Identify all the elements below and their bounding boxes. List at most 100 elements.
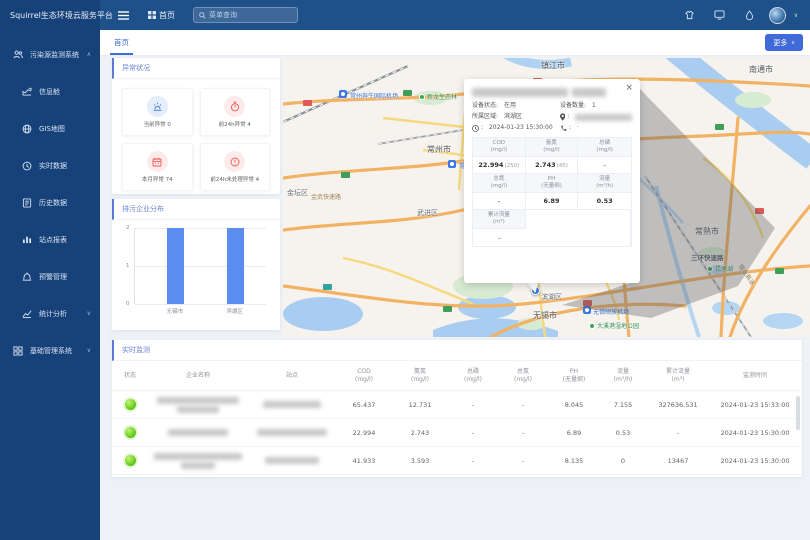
grid-icon bbox=[148, 11, 156, 19]
map-label-city: 南通市 bbox=[749, 64, 773, 75]
siren-icon bbox=[147, 96, 168, 117]
bar-chart: 2 1 0 无锡市 滨湖区 bbox=[112, 220, 280, 329]
screen-icon[interactable] bbox=[709, 4, 731, 26]
realtime-monitor-card: 实时监测 状态 企业名称 站点 COD(mg/l) 氨氮(mg/l) 总磷(mg… bbox=[112, 340, 802, 477]
map-label-city: 无锡市 bbox=[533, 310, 557, 321]
distribution-chart-title: 排污企业分布 bbox=[112, 199, 280, 220]
table-row[interactable]: 65.437 12.731 - - 8.045 7.155 327636.531… bbox=[112, 391, 802, 419]
map-label-park: 新龙生态林 bbox=[419, 92, 457, 101]
stat-card-month-abnormal[interactable]: 本月异常 74 bbox=[122, 143, 193, 191]
realtime-monitor-title: 实时监测 bbox=[112, 340, 802, 361]
phone-icon bbox=[560, 125, 567, 132]
map-label-airport: 常州奔牛国际机场 bbox=[350, 91, 398, 100]
park-dot-icon bbox=[419, 94, 425, 100]
chevron-down-icon: ∨ bbox=[791, 40, 795, 46]
users-icon bbox=[13, 50, 23, 59]
station-name-redacted bbox=[263, 401, 321, 408]
sidebar-item-gis-map[interactable]: GIS地图 bbox=[0, 110, 100, 147]
map-label-city: 镇江市 bbox=[541, 60, 565, 71]
map-label-park: 大溪港湿地公园 bbox=[589, 321, 639, 330]
x-label: 滨湖区 bbox=[226, 307, 243, 315]
station-name-redacted bbox=[265, 457, 319, 464]
tab-home[interactable]: 首页 bbox=[114, 30, 129, 55]
table-header: 状态 企业名称 站点 COD(mg/l) 氨氮(mg/l) 总磷(mg/l) 总… bbox=[112, 361, 802, 391]
map-label-city: 常熟市 bbox=[695, 226, 719, 237]
table-row[interactable]: 22.994 2.743 - - 6.89 0.53 - 2024-01-23 … bbox=[112, 419, 802, 447]
clock-icon bbox=[472, 125, 479, 132]
topbar-home-link[interactable]: 首页 bbox=[148, 10, 175, 21]
table-row[interactable]: 41.933 3.593 - - 8.135 0 13467 2024-01-2… bbox=[112, 447, 802, 475]
popup-title-redacted bbox=[472, 88, 632, 97]
sidebar-item-station-report[interactable]: 站点报表 bbox=[0, 221, 100, 258]
map-label-airport: 无锡硕放机场 bbox=[593, 307, 629, 316]
topbar: Squirrel生态环境云服务平台 首页 ∨ bbox=[0, 0, 810, 30]
theme-icon[interactable] bbox=[679, 4, 701, 26]
status-normal-icon bbox=[125, 455, 136, 466]
search-input[interactable] bbox=[209, 11, 289, 19]
sidebar-item-alert-manage[interactable]: 预警管理 bbox=[0, 258, 100, 295]
map-label-road: 三环快速路 bbox=[691, 252, 724, 262]
chevron-down-icon: ∨ bbox=[87, 310, 91, 317]
app-screen: Squirrel生态环境云服务平台 首页 ∨ bbox=[0, 0, 810, 540]
abnormal-status-card: 异常状况 当前异常 0 前24h异常 4 bbox=[112, 58, 280, 194]
menu-search[interactable] bbox=[193, 7, 298, 23]
stat-card-24h-unhandled[interactable]: 前24h未处理异常 4 bbox=[200, 143, 271, 191]
bar-wuxi bbox=[167, 228, 184, 304]
app-logo: Squirrel生态环境云服务平台 bbox=[0, 0, 100, 30]
abnormal-status-title: 异常状况 bbox=[112, 58, 280, 79]
history-icon bbox=[22, 198, 32, 208]
sidebar-item-info-cabin[interactable]: 信息舱 bbox=[0, 73, 100, 110]
map-label-district: 滨湖区 bbox=[541, 292, 562, 302]
park-dot-icon bbox=[589, 323, 595, 329]
hamburger-menu-icon[interactable] bbox=[112, 4, 134, 26]
more-button[interactable]: 更多∨ bbox=[765, 34, 803, 51]
y-tick: 2 bbox=[126, 225, 130, 231]
gis-map[interactable]: 镇江市 南通市 常州市 常熟市 无锡市 滨湖区 金坛区 武进区 常州站 常州奔牛… bbox=[283, 58, 810, 337]
chevron-down-icon[interactable]: ∨ bbox=[794, 12, 798, 19]
y-tick: 1 bbox=[126, 263, 130, 269]
sidebar-item-history-data[interactable]: 历史数据 bbox=[0, 184, 100, 221]
company-name-redacted bbox=[154, 453, 242, 469]
table-scrollbar[interactable] bbox=[796, 396, 800, 430]
search-icon bbox=[199, 12, 206, 19]
sidebar-group-base-manage[interactable]: 基础管理系统 ∨ bbox=[0, 332, 100, 369]
map-label-city: 常州市 bbox=[427, 144, 451, 155]
popup-info: 设备状态: 在用 设备数量: 1 所属区域: 滨湖区 : : 2024-01-2… bbox=[472, 102, 632, 132]
sidebar-group-pollution-monitor[interactable]: 污染源监测系统 ∧ bbox=[0, 36, 100, 73]
stopwatch-icon bbox=[224, 96, 245, 117]
x-label: 无锡市 bbox=[167, 307, 184, 315]
exclamation-circle-icon bbox=[224, 151, 245, 172]
y-tick: 0 bbox=[126, 301, 130, 307]
report-icon bbox=[22, 235, 32, 244]
park-dot-icon bbox=[707, 266, 713, 272]
stat-card-24h-abnormal[interactable]: 前24h异常 4 bbox=[200, 88, 271, 136]
map-label-district: 金坛区 bbox=[287, 188, 308, 198]
map-label-district: 武进区 bbox=[417, 208, 438, 218]
system-icon bbox=[13, 346, 23, 356]
status-normal-icon bbox=[125, 427, 136, 438]
sidebar-item-realtime-data[interactable]: 实时数据 bbox=[0, 147, 100, 184]
company-name-redacted bbox=[157, 397, 239, 413]
station-info-popup: × 设备状态: 在用 设备数量: 1 所属区域: 滨湖区 : : 2024-01… bbox=[464, 79, 640, 283]
close-icon[interactable]: × bbox=[625, 83, 633, 93]
tab-bar: 首页 更多∨ bbox=[100, 30, 810, 56]
station-name-redacted bbox=[257, 429, 327, 436]
sidebar-item-stats-analysis[interactable]: 统计分析 ∨ bbox=[0, 295, 100, 332]
stats-icon bbox=[22, 309, 32, 318]
flame-icon[interactable] bbox=[739, 4, 761, 26]
sidebar: 污染源监测系统 ∧ 信息舱 GIS地图 实时数据 历史数据 站点报表 预警管理 bbox=[0, 30, 100, 540]
calendar-icon bbox=[147, 151, 168, 172]
alert-icon bbox=[22, 272, 32, 282]
content: 异常状况 当前异常 0 前24h异常 4 bbox=[100, 56, 810, 540]
main-area: 首页 更多∨ 异常状况 当前异常 0 bbox=[100, 30, 810, 540]
left-panel: 异常状况 当前异常 0 前24h异常 4 bbox=[112, 58, 280, 330]
user-avatar[interactable] bbox=[769, 7, 786, 24]
topbar-actions: ∨ bbox=[679, 4, 810, 26]
clock-icon bbox=[22, 161, 32, 171]
stat-card-current-abnormal[interactable]: 当前异常 0 bbox=[122, 88, 193, 136]
globe-icon bbox=[22, 124, 32, 134]
company-name-redacted bbox=[168, 429, 228, 436]
chevron-up-icon: ∧ bbox=[87, 51, 91, 58]
dashboard-icon bbox=[22, 87, 32, 96]
map-label-lake: 昆承湖 bbox=[707, 264, 733, 273]
